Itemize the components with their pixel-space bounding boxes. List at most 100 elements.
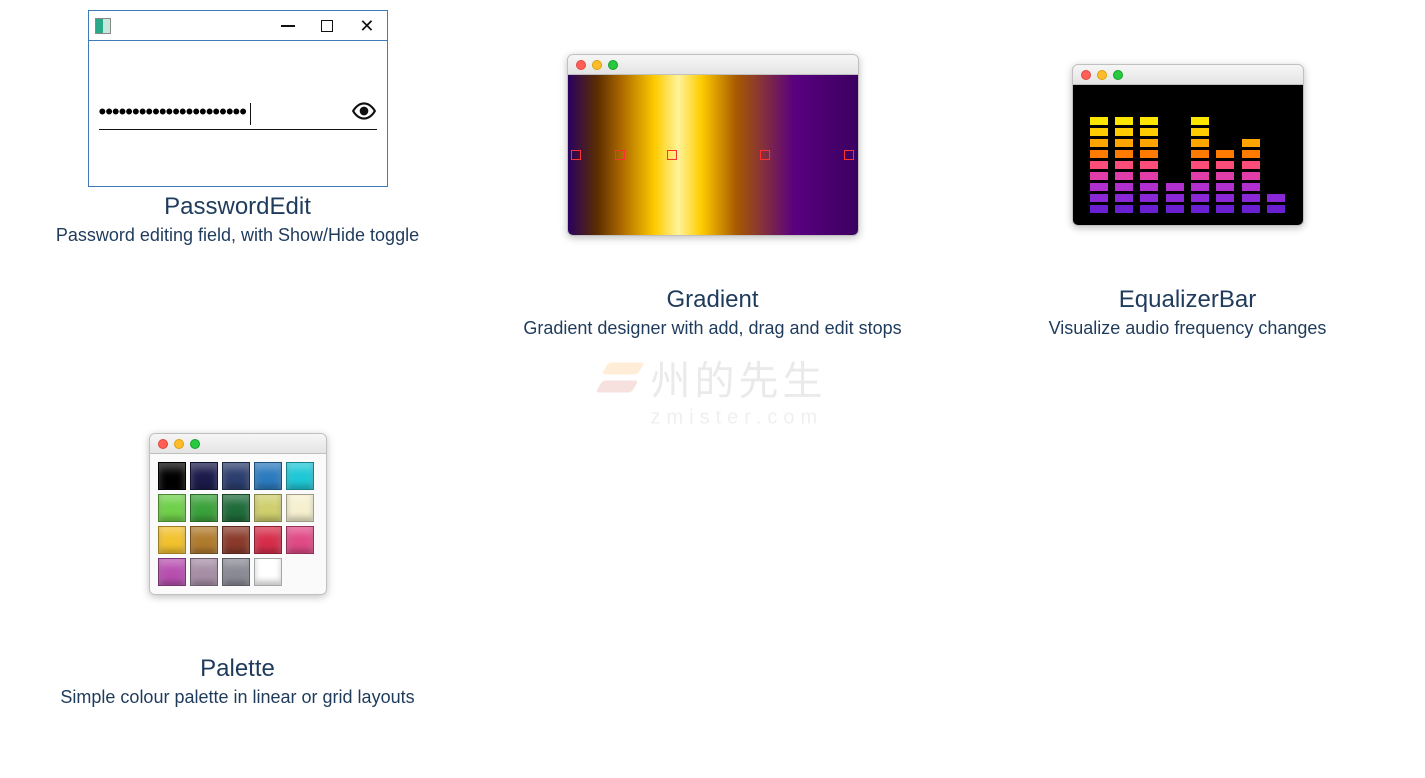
eye-icon [351, 98, 377, 129]
equalizer-segment [1140, 194, 1158, 202]
color-swatch [190, 558, 218, 586]
equalizer-segment [1216, 205, 1234, 213]
gradient-stop-handle [760, 150, 770, 160]
color-swatch [158, 462, 186, 490]
equalizer-segment [1191, 150, 1209, 158]
mac-window [1072, 64, 1304, 226]
card-password-edit[interactable]: ✕ •••••••••••••••••••••• [20, 10, 455, 339]
color-swatch [222, 462, 250, 490]
equalizer-thumb [1072, 10, 1304, 280]
close-dot-icon [1081, 70, 1091, 80]
color-swatch [190, 462, 218, 490]
equalizer-bar [1216, 150, 1234, 213]
equalizer-segment [1140, 183, 1158, 191]
card-gradient[interactable]: Gradient Gradient designer with add, dra… [495, 10, 930, 339]
equalizer-segment [1166, 194, 1184, 202]
equalizer-segment [1191, 139, 1209, 147]
equalizer-canvas [1073, 85, 1303, 225]
equalizer-segment [1242, 172, 1260, 180]
equalizer-bar [1090, 117, 1108, 213]
windows-window: ✕ •••••••••••••••••••••• [88, 10, 388, 187]
equalizer-segment [1216, 183, 1234, 191]
color-swatch [286, 494, 314, 522]
equalizer-segment [1191, 205, 1209, 213]
equalizer-segment [1140, 139, 1158, 147]
equalizer-segment [1216, 194, 1234, 202]
equalizer-segment [1140, 172, 1158, 180]
color-swatch [190, 494, 218, 522]
equalizer-segment [1115, 139, 1133, 147]
equalizer-segment [1115, 150, 1133, 158]
equalizer-segment [1090, 161, 1108, 169]
close-dot-icon [158, 439, 168, 449]
equalizer-segment [1090, 172, 1108, 180]
mac-titlebar [1073, 65, 1303, 85]
palette-thumb [149, 379, 327, 649]
equalizer-segment [1115, 205, 1133, 213]
color-swatch [286, 462, 314, 490]
close-dot-icon [576, 60, 586, 70]
mac-titlebar [150, 434, 326, 454]
equalizer-segment [1090, 150, 1108, 158]
equalizer-segment [1166, 183, 1184, 191]
color-swatch [254, 494, 282, 522]
equalizer-segment [1191, 183, 1209, 191]
minimize-icon [281, 25, 295, 27]
gradient-stop-handle [667, 150, 677, 160]
equalizer-segment [1090, 128, 1108, 136]
equalizer-segment [1115, 183, 1133, 191]
zoom-dot-icon [190, 439, 200, 449]
card-desc: Password editing field, with Show/Hide t… [56, 225, 419, 246]
equalizer-segment [1140, 161, 1158, 169]
color-swatch [222, 494, 250, 522]
equalizer-segment [1216, 172, 1234, 180]
equalizer-segment [1115, 117, 1133, 125]
equalizer-segment [1090, 139, 1108, 147]
widget-grid: ✕ •••••••••••••••••••••• [0, 0, 1425, 718]
equalizer-segment [1115, 128, 1133, 136]
app-icon [95, 18, 111, 34]
window-controls: ✕ [281, 17, 380, 35]
equalizer-segment [1115, 172, 1133, 180]
card-title: Palette [200, 655, 275, 683]
card-title: PasswordEdit [164, 193, 311, 221]
maximize-icon [321, 20, 333, 32]
equalizer-segment [1191, 161, 1209, 169]
equalizer-segment [1267, 205, 1285, 213]
equalizer-bar [1242, 139, 1260, 213]
equalizer-segment [1115, 161, 1133, 169]
equalizer-segment [1242, 205, 1260, 213]
equalizer-bar [1267, 194, 1285, 213]
color-swatch [254, 558, 282, 586]
close-icon: ✕ [359, 17, 374, 35]
gradient-thumb [567, 10, 859, 280]
card-desc: Gradient designer with add, drag and edi… [523, 318, 901, 339]
mac-window [567, 54, 859, 236]
equalizer-segment [1242, 139, 1260, 147]
color-swatch [286, 526, 314, 554]
card-equalizer[interactable]: EqualizerBar Visualize audio frequency c… [970, 10, 1405, 339]
gradient-stop-handle [615, 150, 625, 160]
equalizer-segment [1242, 183, 1260, 191]
color-swatch [158, 526, 186, 554]
equalizer-segment [1115, 194, 1133, 202]
equalizer-segment [1090, 117, 1108, 125]
card-palette[interactable]: Palette Simple colour palette in linear … [20, 379, 455, 708]
equalizer-segment [1267, 194, 1285, 202]
equalizer-segment [1090, 194, 1108, 202]
equalizer-segment [1140, 150, 1158, 158]
palette-canvas [150, 454, 326, 594]
gradient-stop-handle [571, 150, 581, 160]
mac-titlebar [568, 55, 858, 75]
equalizer-segment [1191, 128, 1209, 136]
equalizer-segment [1216, 150, 1234, 158]
equalizer-segment [1166, 205, 1184, 213]
color-swatch [254, 526, 282, 554]
minimize-dot-icon [592, 60, 602, 70]
equalizer-segment [1140, 117, 1158, 125]
window-body: •••••••••••••••••••••• [89, 41, 387, 186]
password-edit-thumb: ✕ •••••••••••••••••••••• [88, 10, 388, 187]
card-title: EqualizerBar [1119, 286, 1256, 314]
minimize-dot-icon [1097, 70, 1107, 80]
equalizer-segment [1140, 128, 1158, 136]
